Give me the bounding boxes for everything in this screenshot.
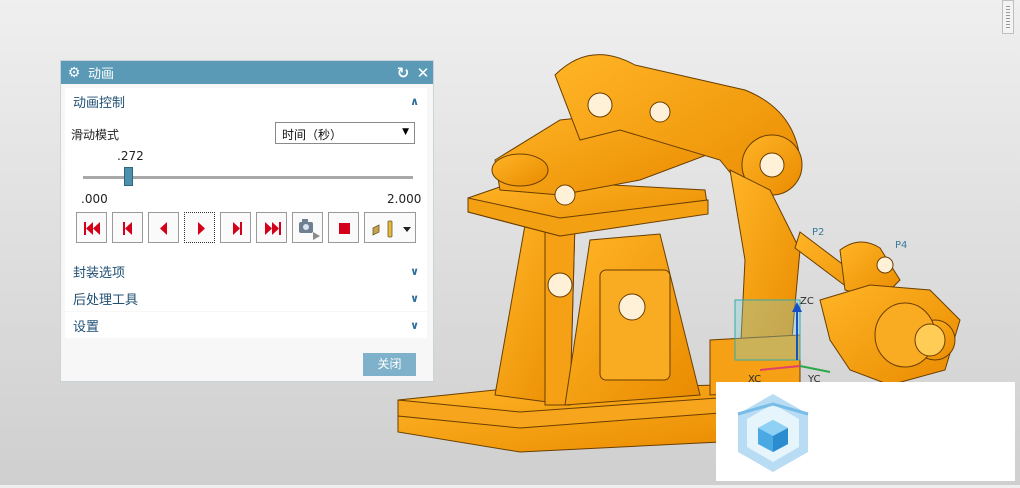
post-processing-section[interactable]: 后处理工具 ∨ <box>65 285 427 311</box>
close-icon[interactable]: ✕ <box>413 64 433 82</box>
play-backward-button[interactable] <box>148 212 179 243</box>
stop-icon <box>339 223 350 234</box>
chevron-down-icon: ∨ <box>410 318 419 332</box>
chevron-down-icon: ∨ <box>410 291 419 305</box>
dialog-title-bar[interactable]: ⚙ 动画 ↻ ✕ <box>61 61 433 84</box>
settings-title: 设置 <box>73 319 100 335</box>
slide-mode-row: 滑动模式 时间（秒） ▼ <box>71 122 419 146</box>
settings-section[interactable]: 设置 ∨ <box>65 312 427 338</box>
loop-mode-icon <box>372 220 411 238</box>
step-forward-button[interactable] <box>220 212 251 243</box>
play-backward-icon <box>160 222 167 235</box>
slide-mode-label: 滑动模式 <box>71 128 120 142</box>
dialog-title: 动画 <box>88 67 115 82</box>
slider-max-label: 2.000 <box>387 192 422 206</box>
packaging-options-title: 封装选项 <box>73 265 126 281</box>
step-back-icon <box>123 222 132 235</box>
animation-control-title: 动画控制 <box>73 95 126 111</box>
viewport-scroll-handle[interactable] <box>1002 0 1014 34</box>
close-button[interactable]: 关闭 <box>363 353 416 376</box>
first-frame-button[interactable] <box>76 212 107 243</box>
skip-to-start-icon <box>84 222 100 235</box>
step-back-button[interactable] <box>112 212 143 243</box>
chevron-up-icon: ∧ <box>410 94 419 108</box>
point-p4-label: P4 <box>895 240 907 251</box>
step-forward-icon <box>233 222 242 235</box>
cube-logo-icon <box>737 394 809 472</box>
settings-header[interactable]: 设置 ∨ <box>65 312 427 338</box>
slide-mode-select[interactable]: 时间（秒） ▼ <box>275 122 415 144</box>
dropdown-arrow-icon: ▼ <box>402 127 409 137</box>
zc-axis-label: ZC <box>800 296 814 307</box>
time-slider-thumb[interactable] <box>123 167 133 186</box>
post-processing-header[interactable]: 后处理工具 ∨ <box>65 285 427 311</box>
slider-min-label: .000 <box>81 192 108 206</box>
stop-button[interactable] <box>328 212 359 243</box>
packaging-options-section[interactable]: 封装选项 ∨ <box>65 258 427 284</box>
packaging-options-header[interactable]: 封装选项 ∨ <box>65 258 427 284</box>
play-forward-button[interactable] <box>184 212 215 243</box>
slider-current-value: .272 <box>117 149 144 163</box>
post-processing-title: 后处理工具 <box>73 292 139 308</box>
chevron-down-icon: ∨ <box>410 264 419 278</box>
slide-mode-value: 时间（秒） <box>282 128 343 142</box>
gear-icon: ⚙ <box>67 64 81 81</box>
record-button[interactable] <box>292 212 323 243</box>
loop-mode-dropdown[interactable] <box>364 212 416 243</box>
animation-dialog: ⚙ 动画 ↻ ✕ 动画控制 ∧ 滑动模式 时间（秒） ▼ .272 .000 2… <box>61 61 433 381</box>
last-frame-button[interactable] <box>256 212 287 243</box>
camera-icon <box>299 219 320 240</box>
skip-to-end-icon <box>265 222 281 235</box>
animation-control-header[interactable]: 动画控制 ∧ <box>65 88 427 114</box>
point-p2-label: P2 <box>812 227 824 238</box>
play-forward-icon <box>198 222 205 235</box>
reset-icon[interactable]: ↻ <box>393 64 413 82</box>
logo-watermark <box>716 382 1015 481</box>
